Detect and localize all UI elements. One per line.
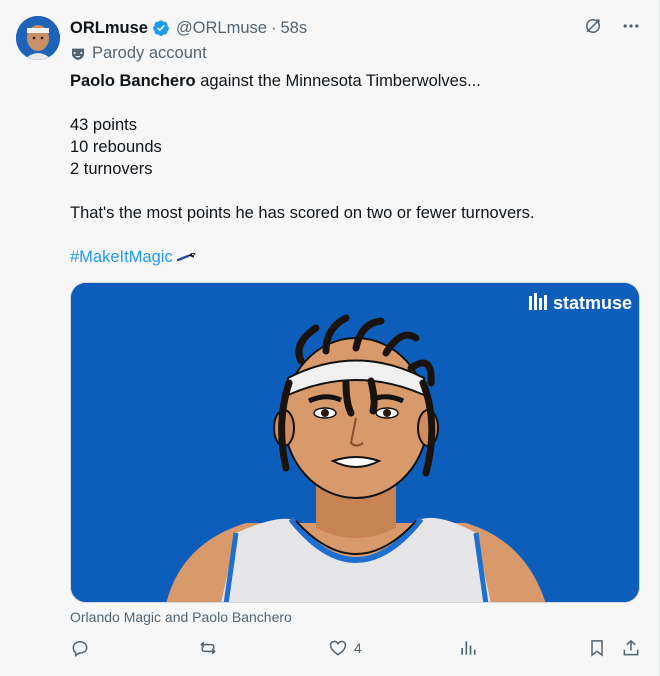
- share-button[interactable]: [621, 638, 641, 658]
- reply-button[interactable]: [70, 638, 90, 658]
- post-header: ORLmuse @ORLmuse · 58s: [70, 16, 639, 40]
- hashtag-row: #MakeItMagic: [70, 246, 630, 268]
- verified-badge-icon: [153, 20, 169, 36]
- header-actions: [583, 16, 641, 36]
- author-handle[interactable]: @ORLmuse: [176, 19, 267, 38]
- parody-label: Parody account: [70, 44, 207, 63]
- repost-button[interactable]: [198, 638, 218, 658]
- grok-icon[interactable]: [583, 16, 603, 36]
- post-text: Paolo Banchero against the Minnesota Tim…: [70, 70, 630, 268]
- parody-mask-icon: [72, 48, 84, 60]
- like-count: 4: [354, 640, 362, 656]
- post-timestamp[interactable]: 58s: [280, 19, 307, 38]
- action-bar: 4: [70, 638, 645, 664]
- repost-icon: [200, 641, 216, 655]
- separator-dot: ·: [270, 18, 277, 37]
- hashtag-link[interactable]: #MakeItMagic: [70, 246, 173, 268]
- tweet[interactable]: ORLmuse @ORLmuse · 58s Parody account Pa…: [0, 0, 660, 676]
- post-media-image[interactable]: statmuse: [70, 282, 640, 603]
- player-illustration: statmuse: [71, 283, 639, 602]
- magic-wand-icon: [176, 252, 196, 262]
- heart-icon: [329, 640, 347, 656]
- stat-line: 2 turnovers: [70, 160, 153, 178]
- avatar[interactable]: [16, 16, 60, 60]
- share-icon: [623, 639, 639, 656]
- bookmark-icon: [591, 640, 603, 657]
- post-summary: That's the most points he has scored on …: [70, 204, 535, 222]
- views-button[interactable]: [458, 638, 478, 658]
- like-button[interactable]: 4: [328, 638, 362, 658]
- headline-rest: against the Minnesota Timberwolves...: [195, 72, 481, 90]
- more-icon[interactable]: [621, 16, 641, 36]
- stat-line: 10 rebounds: [70, 138, 162, 156]
- author-name[interactable]: ORLmuse: [70, 19, 148, 38]
- avatar-image: [16, 16, 60, 60]
- views-icon: [461, 641, 476, 655]
- stat-line: 43 points: [70, 116, 137, 134]
- media-caption[interactable]: Orlando Magic and Paolo Banchero: [70, 609, 292, 625]
- post-headline: Paolo Banchero against the Minnesota Tim…: [70, 70, 630, 92]
- bookmark-button[interactable]: [587, 638, 607, 658]
- parody-label-text: Parody account: [92, 44, 207, 62]
- player-name: Paolo Banchero: [70, 72, 196, 90]
- reply-icon: [72, 640, 88, 657]
- statmuse-logo-text: statmuse: [553, 293, 632, 313]
